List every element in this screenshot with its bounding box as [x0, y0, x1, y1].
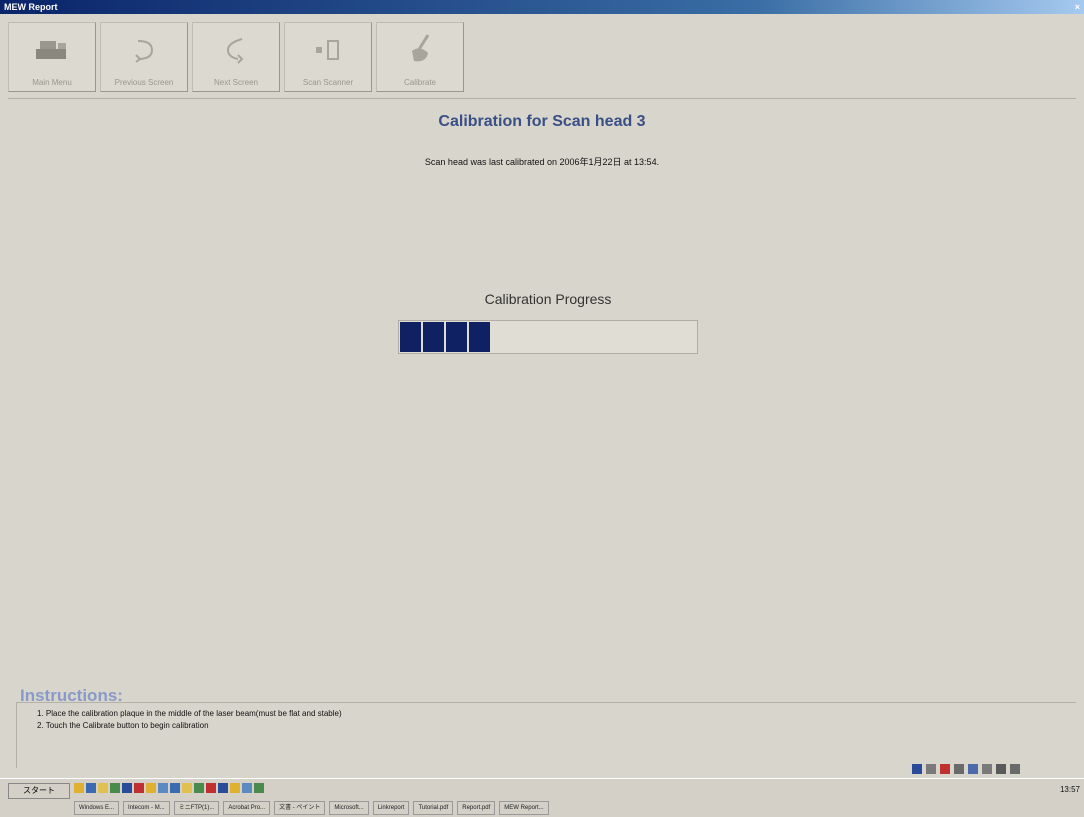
toolbar-button-label: Main Menu — [32, 78, 72, 87]
title-bar: MEW Report × — [0, 0, 1084, 14]
tray-icon[interactable] — [926, 764, 936, 774]
quick-launch-icon[interactable] — [194, 783, 204, 793]
quick-launch-icon[interactable] — [206, 783, 216, 793]
next-screen-button[interactable]: Next Screen — [192, 22, 280, 92]
taskbar-task-button[interactable]: Windows E... — [74, 801, 120, 815]
page-title: Calibration for Scan head 3 — [438, 113, 646, 130]
quick-launch-icon[interactable] — [146, 783, 156, 793]
toolbar-button-label: Previous Screen — [114, 78, 174, 87]
previous-screen-button[interactable]: Previous Screen — [100, 22, 188, 92]
quick-launch-icon[interactable] — [122, 783, 132, 793]
quick-launch-icon[interactable] — [254, 783, 264, 793]
quick-launch-icon[interactable] — [134, 783, 144, 793]
taskbar-task-button[interactable]: MEW Report... — [499, 801, 549, 815]
task-buttons-row: Windows E... Intecom - M... ミニFTP(1)... Acr… — [74, 801, 549, 815]
progress-segment — [400, 322, 421, 352]
progress-fill — [400, 322, 492, 352]
instruction-line: 2. Touch the Calibrate button to begin c… — [37, 721, 209, 730]
quick-launch-icon[interactable] — [230, 783, 240, 793]
last-calibrated-text: Scan head was last calibrated on 2006年1月… — [424, 157, 660, 167]
back-arrow-icon — [101, 33, 187, 67]
quick-launch-icon[interactable] — [242, 783, 252, 793]
taskbar-task-button[interactable]: Report.pdf — [457, 801, 496, 815]
toolbar-button-label: Scan Scanner — [302, 78, 354, 87]
tray-icon[interactable] — [940, 764, 950, 774]
quick-launch-icon[interactable] — [98, 783, 108, 793]
main-menu-button[interactable]: Main Menu — [8, 22, 96, 92]
toolbar: Main Menu Previous Screen Next Screen Sc… — [8, 22, 468, 94]
progress-segment — [423, 322, 444, 352]
quick-launch-icon[interactable] — [170, 783, 180, 793]
calibrate-icon — [377, 33, 463, 67]
taskbar-task-button[interactable]: Tutorial.pdf — [413, 801, 454, 815]
taskbar-task-button[interactable]: Acrobat Pro... — [223, 801, 271, 815]
forward-arrow-icon — [193, 33, 279, 67]
quick-launch-icon[interactable] — [86, 783, 96, 793]
instruction-line: 1. Place the calibration plaque in the m… — [37, 709, 342, 718]
taskbar-task-button[interactable]: 文書 - ペイント — [274, 801, 326, 815]
close-icon[interactable]: × — [1075, 0, 1080, 14]
taskbar: スタート Windows E... Intecom - M... ミニFTP(1).… — [0, 778, 1084, 817]
progress-label: Calibration Progress — [484, 291, 612, 307]
taskbar-task-button[interactable]: Intecom - M... — [123, 801, 170, 815]
tray-icon[interactable] — [954, 764, 964, 774]
start-button[interactable]: スタート — [8, 783, 70, 799]
toolbar-button-label: Next Screen — [213, 78, 259, 87]
window-title: MEW Report — [4, 2, 58, 12]
quick-launch-bar — [74, 783, 264, 793]
scan-scanner-button[interactable]: Scan Scanner — [284, 22, 372, 92]
calibration-progress-bar — [398, 320, 698, 354]
toolbar-button-label: Calibrate — [403, 78, 436, 87]
quick-launch-icon[interactable] — [74, 783, 84, 793]
quick-launch-icon[interactable] — [218, 783, 228, 793]
instructions-panel: 1. Place the calibration plaque in the m… — [16, 702, 1076, 768]
scanner-icon — [285, 33, 371, 67]
taskbar-task-button[interactable]: ミニFTP(1)... — [173, 801, 220, 815]
tray-icon[interactable] — [968, 764, 978, 774]
progress-segment — [469, 322, 490, 352]
tray-icon[interactable] — [912, 764, 922, 774]
taskbar-task-button[interactable]: Linkreport — [372, 801, 410, 815]
tray-icon[interactable] — [996, 764, 1006, 774]
progress-segment — [446, 322, 467, 352]
quick-launch-icon[interactable] — [110, 783, 120, 793]
calibrate-button[interactable]: Calibrate — [376, 22, 464, 92]
quick-launch-icon[interactable] — [158, 783, 168, 793]
clock: 13:57 — [1059, 785, 1080, 794]
tray-icon[interactable] — [1010, 764, 1020, 774]
quick-launch-icon[interactable] — [182, 783, 192, 793]
tray-icons-row — [912, 764, 1020, 774]
tray-icon[interactable] — [982, 764, 992, 774]
toolbar-divider — [8, 98, 1076, 99]
machine-icon — [9, 33, 95, 67]
taskbar-task-button[interactable]: Microsoft... — [329, 801, 369, 815]
